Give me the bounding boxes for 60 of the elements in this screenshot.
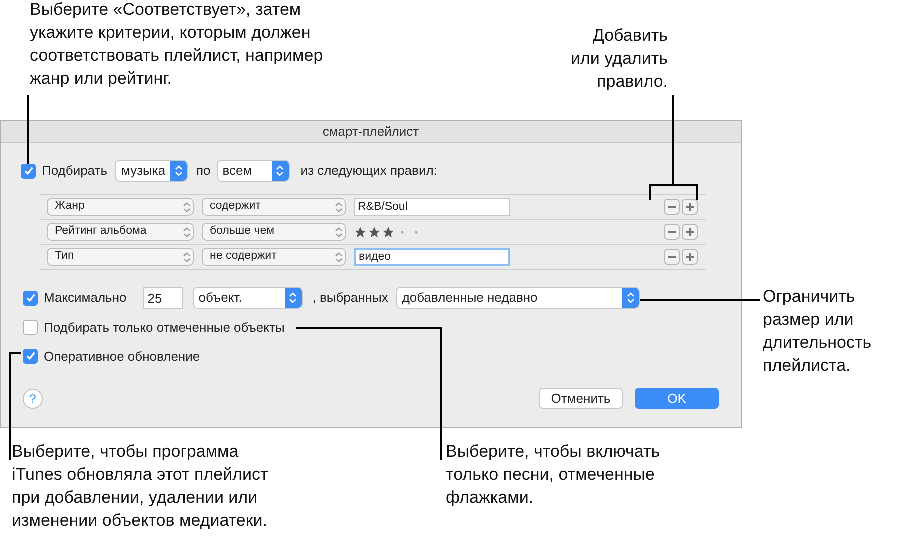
dropdown[interactable]: не содержит bbox=[202, 248, 346, 266]
remove-rule-button[interactable] bbox=[664, 224, 680, 240]
stepper-arrows-icon bbox=[183, 226, 191, 238]
option-label: Оперативное обновление bbox=[44, 348, 200, 366]
plus-icon bbox=[686, 253, 694, 261]
dropdown[interactable]: всем bbox=[216, 160, 290, 182]
dropdown[interactable]: объект. bbox=[192, 287, 303, 309]
remove-rule-button[interactable] bbox=[664, 249, 680, 265]
callout-text: Выберите «Соответствует», затем укажите критерии, которым должен соответствовать плейлист, например жанр или рейтинг. bbox=[30, 0, 324, 90]
minus-icon bbox=[668, 256, 676, 258]
add-rule-button[interactable] bbox=[682, 199, 698, 215]
dropdown[interactable]: Рейтинг альбома bbox=[47, 223, 194, 241]
callout-text: Ограничить размер или длительность плейлиста. bbox=[763, 286, 873, 377]
plus-icon bbox=[686, 228, 694, 236]
dropdown[interactable]: Тип bbox=[47, 248, 194, 266]
by-label: по bbox=[196, 162, 211, 180]
plus-icon bbox=[686, 203, 694, 211]
remove-rule-button[interactable] bbox=[664, 199, 680, 215]
checkmark-icon bbox=[24, 166, 34, 176]
stepper-arrows-icon bbox=[622, 288, 640, 308]
stepper-arrows-icon bbox=[183, 252, 191, 262]
window-title: смарт-плейлист bbox=[322, 122, 420, 141]
value-field[interactable]: видео bbox=[354, 248, 510, 266]
checkbox[interactable] bbox=[23, 348, 38, 364]
stepper-arrows-icon bbox=[183, 202, 191, 212]
add-rule-button[interactable] bbox=[682, 249, 698, 265]
star-icon bbox=[354, 226, 367, 238]
checkbox[interactable] bbox=[23, 290, 38, 306]
dropdown[interactable]: музыка bbox=[115, 160, 188, 182]
checkmark-icon bbox=[26, 351, 36, 362]
checkbox[interactable] bbox=[21, 164, 36, 178]
dropdown[interactable]: содержит bbox=[202, 198, 346, 216]
stepper-arrows-icon bbox=[170, 161, 188, 181]
callout-text: Выберите, чтобы программа iTunes обновляла этот плейлист при добавлении, удалении или изменении объектов медиатеки. bbox=[12, 441, 270, 532]
stepper-arrows-icon bbox=[335, 252, 343, 262]
leader-line bbox=[27, 95, 29, 164]
selected-by-label: , выбранных bbox=[312, 289, 388, 308]
star-icon bbox=[368, 226, 381, 238]
minus-icon bbox=[668, 206, 676, 208]
stepper-arrows-icon bbox=[335, 226, 343, 238]
option-label: Подбирать только отмеченные объекты bbox=[44, 319, 285, 337]
stepper-arrows-icon bbox=[284, 288, 302, 308]
count-field[interactable]: 25 bbox=[142, 287, 183, 309]
callout-text: Добавить или удалить правило. bbox=[570, 25, 668, 93]
checkmark-icon bbox=[26, 293, 36, 303]
add-rule-button[interactable] bbox=[682, 224, 698, 240]
callout-text: Выберите, чтобы включать только песни, отмеченные флажками. bbox=[446, 441, 662, 509]
match-label: Подбирать bbox=[42, 162, 108, 180]
checkbox[interactable] bbox=[23, 320, 38, 336]
dropdown[interactable]: добавленные недавно bbox=[396, 287, 640, 309]
dropdown[interactable]: Жанр bbox=[47, 198, 194, 216]
minus-icon bbox=[668, 231, 676, 233]
limit-label: Максимально bbox=[44, 289, 127, 308]
stepper-arrows-icon bbox=[335, 202, 343, 212]
stepper-arrows-icon bbox=[272, 161, 289, 181]
rules-suffix-label: из следующих правил: bbox=[300, 162, 438, 180]
cancel-button[interactable]: Отменить bbox=[539, 388, 623, 409]
star-icon bbox=[382, 226, 395, 238]
value-field[interactable]: R&B/Soul bbox=[354, 198, 510, 216]
dropdown[interactable]: больше чем bbox=[202, 223, 346, 241]
